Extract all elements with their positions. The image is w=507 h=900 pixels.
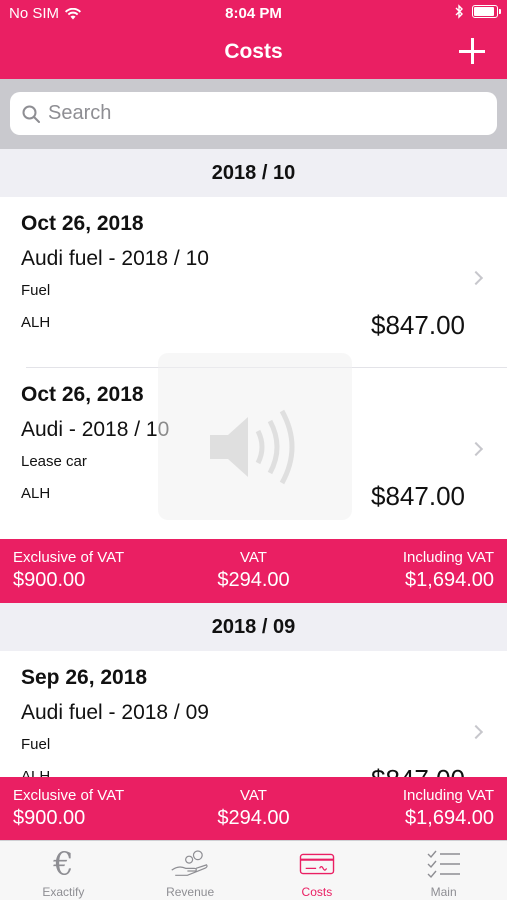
chevron-right-icon: [468, 441, 484, 457]
tab-exactify[interactable]: € Exactify: [0, 841, 127, 900]
cost-category: Fuel: [21, 282, 51, 299]
cost-date: Oct 26, 2018: [21, 212, 144, 235]
cost-amount: $847.00: [371, 310, 465, 340]
credit-card-icon: [299, 853, 335, 875]
cost-code: ALH: [21, 485, 51, 502]
tab-costs[interactable]: Costs: [254, 841, 381, 900]
search-field[interactable]: [10, 92, 497, 135]
cost-title: Audi fuel - 2018 / 09: [21, 701, 209, 724]
page-title: Costs: [224, 40, 283, 63]
cost-category: Fuel: [21, 736, 51, 753]
totals-bar: Exclusive of VAT $900.00 VAT $294.00 Inc…: [0, 777, 507, 841]
search-input[interactable]: [48, 102, 468, 125]
volume-overlay: [158, 353, 352, 520]
status-bar: No SIM 8:04 PM: [0, 0, 507, 28]
search-icon: [22, 105, 40, 123]
cost-category: Lease car: [21, 453, 87, 470]
incl-vat-value: $1,694.00: [405, 807, 494, 829]
euro-icon: €: [53, 845, 74, 883]
tab-label: Main: [430, 885, 457, 899]
cost-date: Sep 26, 2018: [21, 666, 148, 689]
tab-revenue[interactable]: Revenue: [127, 841, 254, 900]
checklist-icon: [427, 850, 460, 879]
tab-label: Exactify: [42, 885, 85, 899]
cost-amount: $847.00: [371, 481, 465, 511]
tab-main[interactable]: Main: [380, 841, 507, 900]
cost-date: Oct 26, 2018: [21, 383, 144, 406]
tab-label: Revenue: [166, 885, 215, 899]
section-header: 2018 / 09: [0, 603, 507, 651]
cost-title: Audi fuel - 2018 / 10: [21, 247, 209, 270]
incl-vat-label: Including VAT: [402, 787, 494, 804]
add-cost-button[interactable]: [459, 38, 485, 64]
cost-code: ALH: [21, 314, 51, 331]
cost-title: Audi - 2018 / 10: [21, 418, 170, 441]
status-time: 8:04 PM: [225, 5, 282, 22]
incl-vat-value: $1,694.00: [405, 569, 494, 591]
chevron-right-icon: [468, 724, 484, 740]
section-header: 2018 / 10: [0, 149, 507, 197]
tab-label: Costs: [301, 885, 333, 899]
totals-bar: Exclusive of VAT $900.00 VAT $294.00 Inc…: [0, 539, 507, 603]
search-bar: [0, 79, 507, 149]
chevron-right-icon: [468, 270, 484, 286]
bluetooth-icon: [455, 4, 463, 19]
cost-row[interactable]: Oct 26, 2018 Audi fuel - 2018 / 10 Fuel …: [0, 197, 507, 368]
battery-icon: [472, 5, 501, 18]
speaker-icon: [210, 409, 295, 485]
hand-coins-icon: [171, 850, 208, 876]
nav-bar: No SIM 8:04 PM Costs: [0, 0, 507, 79]
incl-vat-label: Including VAT: [402, 549, 494, 566]
tab-bar: € Exactify Revenue Costs Main: [0, 840, 507, 900]
